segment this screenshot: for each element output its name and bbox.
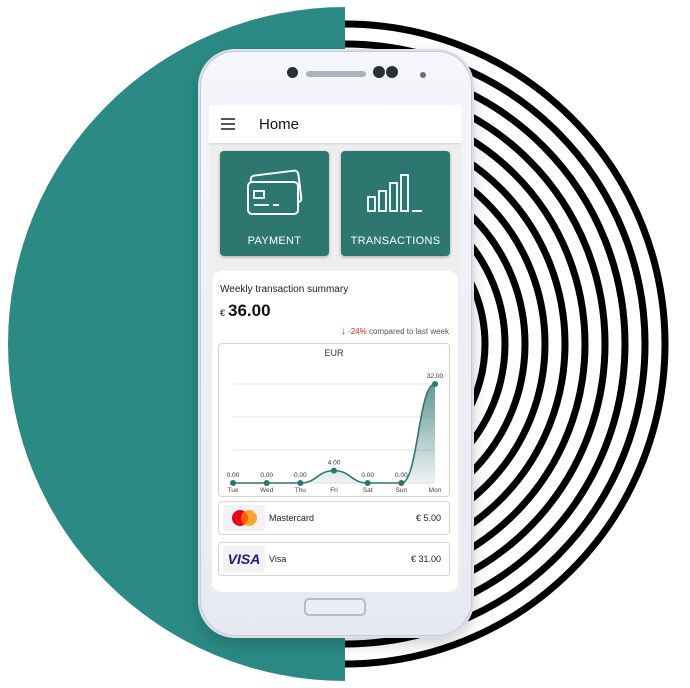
data-label: 0.00 bbox=[294, 472, 307, 479]
weekly-summary-card: Weekly transaction summary €36.00 ↓ -24%… bbox=[212, 271, 458, 592]
total-amount: 36.00 bbox=[228, 301, 271, 320]
data-point bbox=[230, 480, 236, 486]
proximity-sensor bbox=[420, 72, 426, 78]
data-point bbox=[331, 467, 337, 474]
summary-title: Weekly transaction summary bbox=[220, 284, 349, 295]
bar-chart-icon bbox=[367, 174, 422, 212]
sensor-right bbox=[386, 66, 398, 78]
chart-svg: EUR 0.00 Tue 0.00 Wed 0.00 Thu 4.00 Fri 0.00 Sat 0.… bbox=[227, 348, 444, 494]
arrow-down-icon: ↓ bbox=[340, 326, 346, 337]
weekly-change: ↓ -24% compared to last week bbox=[341, 326, 449, 337]
data-point bbox=[398, 480, 405, 486]
page-title: Home bbox=[259, 116, 300, 133]
payment-label: PAYMENT bbox=[247, 235, 302, 247]
payment-tile[interactable]: PAYMENT bbox=[220, 151, 329, 256]
payment-method-amount: € 5.00 bbox=[415, 513, 441, 523]
data-label: 32.00 bbox=[427, 373, 444, 380]
payment-method-name: Visa bbox=[269, 554, 287, 564]
x-tick-label: Tue bbox=[228, 487, 239, 494]
weekly-chart: EUR 0.00 Tue 0.00 Wed 0.00 Thu 4.00 Fri 0.00 Sat 0.… bbox=[218, 343, 450, 497]
data-label: 4.00 bbox=[328, 460, 341, 467]
transactions-label: TRANSACTIONS bbox=[350, 235, 441, 247]
credit-card-icon bbox=[247, 169, 303, 215]
home-button[interactable] bbox=[304, 598, 366, 616]
hamburger-menu-icon[interactable] bbox=[221, 118, 235, 130]
data-label: 0.00 bbox=[395, 472, 408, 479]
app-bar: Home bbox=[209, 105, 461, 143]
data-point bbox=[263, 480, 270, 486]
x-tick-label: Sat bbox=[363, 487, 373, 494]
earpiece-speaker bbox=[306, 71, 366, 77]
payment-method-name: Mastercard bbox=[269, 513, 315, 523]
summary-total: €36.00 bbox=[220, 301, 271, 321]
visa-logo: VISA bbox=[223, 546, 265, 572]
mastercard-row[interactable]: Mastercard € 5.00 bbox=[218, 501, 450, 535]
x-tick-label: Fri bbox=[330, 487, 338, 494]
x-tick-label: Wed bbox=[260, 487, 274, 494]
front-camera bbox=[287, 67, 298, 78]
chart-title: EUR bbox=[324, 348, 344, 358]
change-caption: compared to last week bbox=[368, 327, 449, 336]
visa-row[interactable]: VISA Visa € 31.00 bbox=[218, 542, 450, 576]
x-tick-label: Sun bbox=[396, 487, 408, 494]
phone-screen: Home PAYMENT TRANSACTIONS Weekly transac… bbox=[209, 105, 461, 592]
x-tick-label: Mon bbox=[429, 487, 442, 494]
x-tick-label: Thu bbox=[295, 487, 307, 494]
data-label: 0.00 bbox=[260, 472, 273, 479]
currency-symbol: € bbox=[220, 308, 226, 318]
data-point bbox=[432, 381, 438, 387]
visa-logo-text: VISA bbox=[227, 551, 261, 567]
data-label: 0.00 bbox=[227, 472, 240, 479]
payment-method-amount: € 31.00 bbox=[410, 554, 441, 564]
sensor-left bbox=[373, 66, 385, 78]
data-label: 0.00 bbox=[361, 472, 374, 479]
change-percent: -24% bbox=[348, 327, 367, 336]
data-point bbox=[297, 480, 304, 486]
transactions-tile[interactable]: TRANSACTIONS bbox=[341, 151, 450, 256]
mastercard-logo bbox=[223, 505, 265, 531]
data-point bbox=[364, 480, 371, 486]
